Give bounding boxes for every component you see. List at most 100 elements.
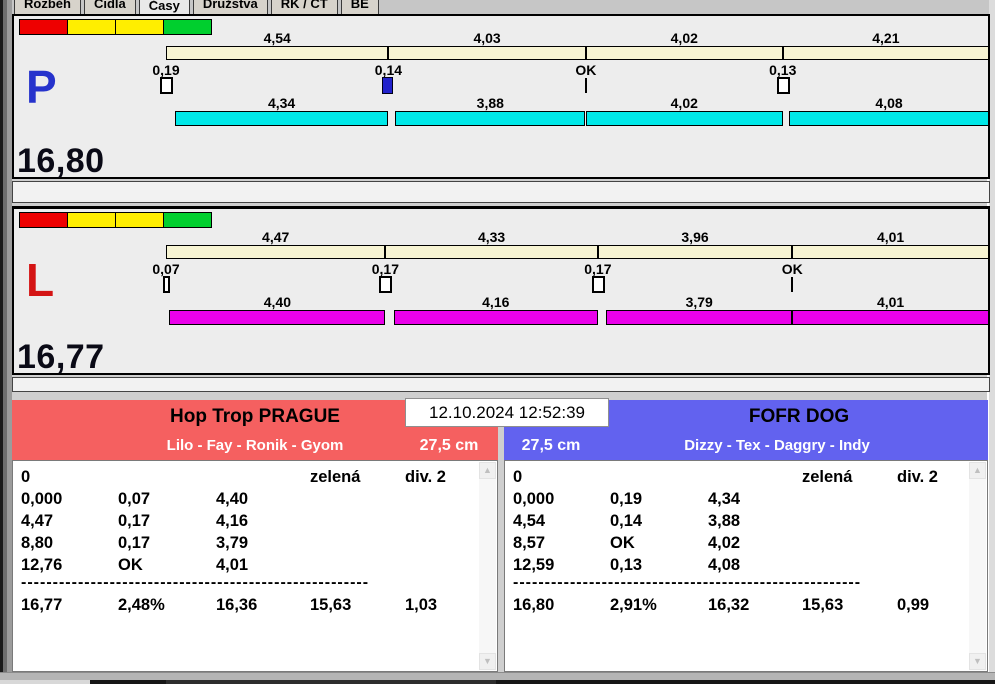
run-panel-lane-l: L 4,47 0,07 4,40 4,33 0,17 4,16 3,96 0,17 3,79 4,… bbox=[12, 206, 990, 376]
tab-družstva[interactable]: Družstva bbox=[192, 0, 268, 14]
total-cell: 1,03 bbox=[405, 596, 438, 614]
tab-bě[interactable]: BĚ bbox=[340, 0, 379, 14]
team-subheader: Dizzy - Tex - Daggry - Indy 27,5 cm bbox=[504, 432, 988, 460]
cell: 0,13 bbox=[610, 556, 643, 574]
team-results-table[interactable]: 0 zelená div. 2 0,000 0,07 4,40 4,47 0,17 4,16 8,… bbox=[12, 460, 498, 672]
tab-bar: Rozběh Čidla Časy Družstva RK / ČT BĚ bbox=[12, 0, 989, 14]
total-cell: 16,77 bbox=[21, 596, 63, 614]
scroll-down-icon[interactable]: ▼ bbox=[479, 653, 496, 670]
cell: 4,08 bbox=[708, 556, 741, 574]
table-row: 0,000 0,07 4,40 bbox=[21, 488, 475, 510]
scroll-down-icon[interactable]: ▼ bbox=[969, 653, 986, 670]
split-time-label: 4,47 bbox=[262, 229, 290, 245]
changeover-marker-tick bbox=[791, 277, 794, 292]
header-cell: 0 bbox=[21, 468, 31, 486]
total-cell: 15,63 bbox=[802, 596, 844, 614]
scroll-up-icon[interactable]: ▲ bbox=[479, 462, 496, 479]
cell: 0,07 bbox=[118, 490, 151, 508]
totals-separator: ----------------------------------------… bbox=[513, 576, 861, 591]
cell: 4,54 bbox=[513, 512, 546, 530]
cell bbox=[405, 488, 475, 510]
cell: 12,76 bbox=[21, 556, 63, 574]
cell: 4,47 bbox=[21, 512, 54, 530]
cell bbox=[802, 510, 897, 532]
team-panel-right: FOFR DOG Dizzy - Tex - Daggry - Indy 27,… bbox=[504, 400, 988, 672]
table-header-row: 0 zelená div. 2 bbox=[21, 466, 475, 488]
changeover-marker-tick bbox=[584, 78, 587, 93]
table-row: 8,80 0,17 3,79 bbox=[21, 532, 475, 554]
tab-rk-čt[interactable]: RK / ČT bbox=[270, 0, 338, 14]
vertical-scrollbar[interactable]: ▲ ▼ bbox=[969, 462, 986, 670]
leg-time-bar bbox=[606, 310, 793, 325]
team-name: FOFR DOG bbox=[748, 406, 850, 427]
split-time-label: 4,33 bbox=[477, 229, 506, 245]
changeover-label: 0,19 bbox=[152, 62, 180, 78]
tab-rozběh[interactable]: Rozběh bbox=[14, 0, 81, 14]
header-cell bbox=[610, 466, 708, 488]
dog-names: Dizzy - Tex - Daggry - Indy bbox=[684, 437, 870, 454]
cell bbox=[897, 510, 965, 532]
team-subheader: Lilo - Fay - Ronik - Gyom 27,5 cm bbox=[12, 432, 498, 460]
table-header-row: 0 zelená div. 2 bbox=[513, 466, 965, 488]
tab-strip: Rozběh Čidla Časy Družstva RK / ČT BĚ bbox=[12, 0, 989, 14]
tab-časy[interactable]: Časy bbox=[138, 0, 190, 14]
cell: 0,14 bbox=[610, 512, 643, 530]
cell bbox=[310, 532, 405, 554]
header-cell: zelená bbox=[802, 468, 853, 486]
changeover-marker-box-thin bbox=[162, 276, 170, 293]
vertical-scrollbar[interactable]: ▲ ▼ bbox=[479, 462, 496, 670]
cell: 8,80 bbox=[21, 534, 54, 552]
split-time-label: 3,96 bbox=[681, 229, 709, 245]
cell bbox=[310, 510, 405, 532]
header-cell: zelená bbox=[310, 468, 361, 486]
split-time-label: 4,02 bbox=[670, 30, 698, 46]
start-lights bbox=[19, 212, 212, 228]
header-cell bbox=[708, 466, 802, 488]
changeover-label: 0,17 bbox=[371, 261, 399, 277]
total-cell: 2,48% bbox=[118, 596, 165, 614]
header-cell bbox=[216, 466, 310, 488]
total-cell: 16,32 bbox=[708, 596, 750, 614]
cell: 0,19 bbox=[610, 490, 643, 508]
results-grid: 0 zelená div. 2 0,000 0,07 4,40 4,47 0,17 4,16 8,… bbox=[21, 466, 475, 669]
leg-time-bar bbox=[792, 310, 989, 325]
cell bbox=[405, 532, 475, 554]
scroll-up-icon[interactable]: ▲ bbox=[969, 462, 986, 479]
leg-time-label: 4,01 bbox=[876, 294, 905, 310]
run-chart-l: 4,47 0,07 4,40 4,33 0,17 4,16 3,96 0,17 3,79 4,01… bbox=[152, 229, 989, 359]
left-splitter[interactable] bbox=[0, 0, 12, 684]
split-time-bar bbox=[166, 245, 989, 259]
leg-time-label: 4,08 bbox=[875, 95, 903, 111]
table-row: 4,54 0,14 3,88 bbox=[513, 510, 965, 532]
leg-time-bar bbox=[393, 310, 598, 325]
changeover-marker-box bbox=[776, 77, 790, 94]
run-chart-p: 4,54 0,19 4,34 4,03 0,14 3,88 4,02 OK 4,02 4,21 0,… bbox=[152, 30, 989, 160]
split-time-label: 4,54 bbox=[263, 30, 291, 46]
leg-time-label: 4,16 bbox=[482, 294, 510, 310]
leg-time-label: 3,79 bbox=[685, 294, 713, 310]
split-divider bbox=[596, 245, 599, 259]
totals-separator: ----------------------------------------… bbox=[21, 576, 369, 591]
jump-height: 27,5 cm bbox=[419, 437, 479, 454]
cell: 4,02 bbox=[708, 534, 741, 552]
status-light bbox=[115, 212, 164, 228]
changeover-label: 0,07 bbox=[152, 261, 180, 277]
cell bbox=[802, 554, 897, 576]
header-cell: div. 2 bbox=[405, 468, 446, 486]
team-panel-left: Hop Trop PRAGUE Lilo - Fay - Ronik - Gyo… bbox=[12, 400, 498, 672]
team-results-table[interactable]: 0 zelená div. 2 0,000 0,19 4,34 4,54 0,14 3,88 8,… bbox=[504, 460, 988, 672]
leg-time-bar bbox=[789, 111, 989, 126]
cell: 4,40 bbox=[216, 490, 249, 508]
totals-row: 16,77 2,48% 16,36 15,63 1,03 bbox=[21, 594, 475, 616]
changeover-label: OK bbox=[781, 261, 803, 277]
table-row: 12,76 OK 4,01 bbox=[21, 554, 475, 576]
cell: 8,57 bbox=[513, 534, 546, 552]
status-light bbox=[163, 212, 212, 228]
lane-total-time-l: 16,77 bbox=[17, 338, 105, 376]
cell: 3,88 bbox=[708, 512, 741, 530]
status-light bbox=[19, 212, 68, 228]
leg-time-bar bbox=[169, 310, 386, 325]
tab-čidla[interactable]: Čidla bbox=[83, 0, 136, 14]
table-row: 4,47 0,17 4,16 bbox=[21, 510, 475, 532]
spacer-strip bbox=[12, 181, 990, 203]
